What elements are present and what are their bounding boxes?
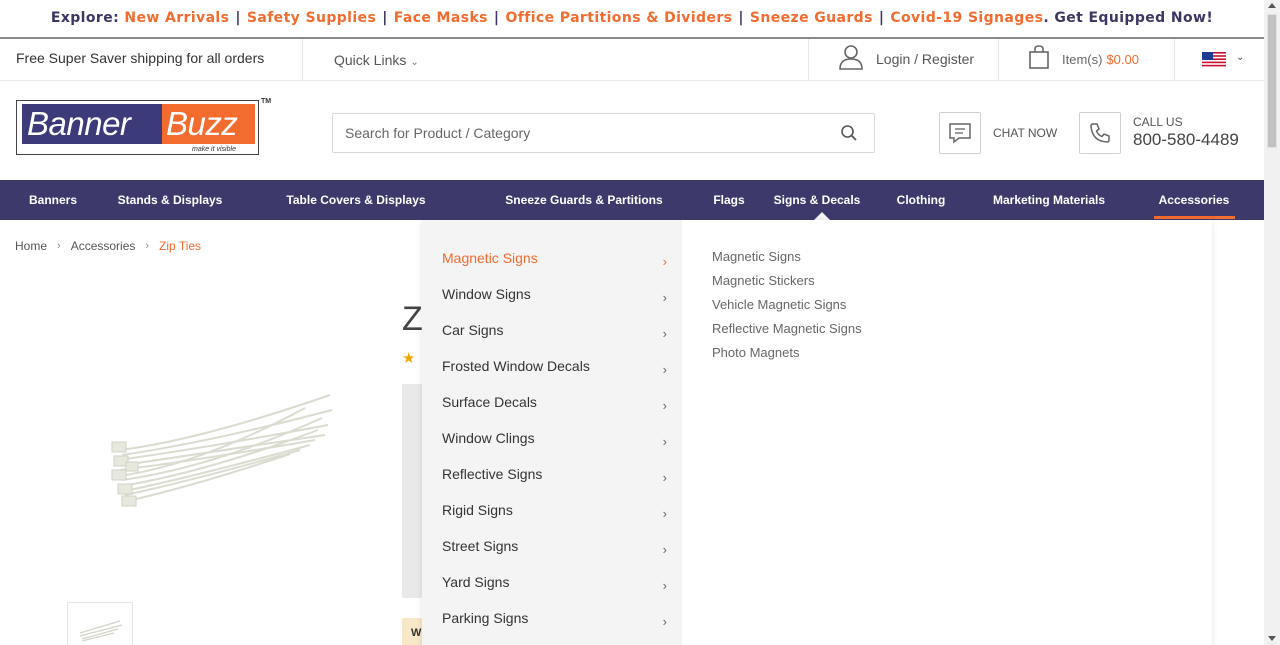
logo-word-buzz: Buzz: [166, 105, 238, 142]
promo-link-face-masks[interactable]: Face Masks: [394, 10, 488, 26]
mega-subitem-magnetic-stickers[interactable]: Magnetic Stickers: [712, 273, 815, 288]
search-box: [332, 113, 875, 153]
promo-link-new-arrivals[interactable]: New Arrivals: [124, 10, 229, 26]
user-icon: [838, 44, 864, 75]
chevron-right-icon: ›: [662, 613, 667, 629]
nav-item-stands-displays[interactable]: Stands & Displays: [118, 180, 223, 220]
mega-category-frosted-window-decals[interactable]: Frosted Window Decals ›: [442, 348, 667, 384]
phone-icon: [1079, 112, 1121, 154]
logo-tagline: make it visible: [192, 146, 236, 153]
product-image[interactable]: [100, 380, 340, 520]
phone-number[interactable]: 800-580-4489: [1133, 129, 1239, 151]
mega-category-rigid-signs[interactable]: Rigid Signs ›: [442, 492, 667, 528]
quick-links-dropdown[interactable]: Quick Links ⌄: [334, 52, 419, 68]
cart-link[interactable]: Item(s) $0.00: [1028, 44, 1139, 75]
search-input[interactable]: [333, 114, 813, 152]
logo-trademark: TM: [261, 98, 272, 105]
divider: [302, 39, 303, 81]
cart-total: $0.00: [1106, 51, 1139, 67]
rating-star-icon: ★: [402, 350, 416, 367]
mega-category-window-signs[interactable]: Window Signs ›: [442, 276, 667, 312]
login-register-link[interactable]: Login / Register: [838, 44, 974, 75]
logo-word-banner: Banner: [27, 105, 131, 142]
promo-bar: Explore: New Arrivals | Safety Supplies | Fa…: [0, 0, 1264, 39]
dropdown-caret: [814, 212, 830, 220]
promo-link-sneeze-guards[interactable]: Sneeze Guards: [750, 10, 873, 26]
nav-item-clothing[interactable]: Clothing: [897, 180, 946, 220]
nav-item-banners[interactable]: Banners: [29, 180, 77, 220]
page: Explore: New Arrivals | Safety Supplies | Fa…: [0, 0, 1280, 645]
chat-bubble-icon: [939, 112, 981, 154]
mega-menu-categories: Magnetic Signs › Window Signs › Car Signs ›…: [422, 220, 682, 645]
mega-subitem-vehicle-magnetic-signs[interactable]: Vehicle Magnetic Signs: [712, 297, 846, 312]
mega-category-magnetic-signs[interactable]: Magnetic Signs ›: [442, 240, 667, 276]
chevron-right-icon: ›: [662, 361, 667, 377]
divider: [808, 39, 809, 81]
product-title: Z: [402, 300, 423, 338]
nav-item-sneeze-guards[interactable]: Sneeze Guards & Partitions: [505, 180, 662, 220]
chevron-right-icon: ›: [662, 433, 667, 449]
mega-category-surface-decals[interactable]: Surface Decals ›: [442, 384, 667, 420]
mega-subitem-photo-magnets[interactable]: Photo Magnets: [712, 345, 799, 360]
chevron-down-icon: ⌄: [410, 57, 419, 68]
chevron-right-icon: ›: [662, 577, 667, 593]
utility-bar: Free Super Saver shipping for all orders…: [0, 39, 1264, 81]
promo-prefix: Explore:: [50, 10, 120, 26]
divider: [998, 39, 999, 81]
chevron-right-icon: ›: [662, 397, 667, 413]
breadcrumb-home[interactable]: Home: [15, 239, 47, 253]
product-options-panel: [402, 384, 424, 598]
signs-decals-mega-menu: Magnetic Signs › Window Signs › Car Signs ›…: [422, 220, 1212, 645]
promo-suffix: . Get Equipped Now!: [1043, 10, 1214, 26]
chat-now-button[interactable]: CHAT NOW: [939, 112, 1057, 154]
mega-category-parking-signs[interactable]: Parking Signs ›: [442, 600, 667, 636]
chevron-down-icon[interactable]: ⌄: [1236, 52, 1244, 63]
promo-link-covid-signages[interactable]: Covid-19 Signages: [890, 10, 1043, 26]
mega-category-window-clings[interactable]: Window Clings ›: [442, 420, 667, 456]
mega-category-street-signs[interactable]: Street Signs ›: [442, 528, 667, 564]
product-thumbnail[interactable]: [67, 602, 133, 645]
shipping-text: Free Super Saver shipping for all orders: [16, 50, 265, 66]
scroll-down-arrow-icon[interactable]: [1268, 636, 1276, 641]
mega-subitem-reflective-magnetic-signs[interactable]: Reflective Magnetic Signs: [712, 321, 862, 336]
chevron-right-icon: ›: [662, 469, 667, 485]
divider: [1174, 39, 1175, 81]
nav-item-flags[interactable]: Flags: [713, 180, 744, 220]
mega-category-reflective-signs[interactable]: Reflective Signs ›: [442, 456, 667, 492]
breadcrumb: Home › Accessories › Zip Ties: [15, 239, 201, 253]
breadcrumb-current: Zip Ties: [159, 239, 202, 253]
chevron-right-icon: ›: [662, 253, 667, 269]
call-us-label: CALL US: [1133, 115, 1183, 129]
scrollbar-thumb[interactable]: [1267, 14, 1277, 148]
chevron-right-icon: ›: [662, 541, 667, 557]
nav-item-accessories[interactable]: Accessories: [1159, 180, 1230, 220]
breadcrumb-accessories[interactable]: Accessories: [71, 239, 136, 253]
chevron-right-icon: ›: [662, 505, 667, 521]
mega-category-car-signs[interactable]: Car Signs ›: [442, 312, 667, 348]
nav-item-table-covers[interactable]: Table Covers & Displays: [286, 180, 425, 220]
active-nav-underline: [1154, 216, 1235, 219]
search-icon[interactable]: [840, 124, 858, 142]
mega-category-yard-signs[interactable]: Yard Signs ›: [442, 564, 667, 600]
chevron-right-icon: ›: [662, 325, 667, 341]
mega-subitem-magnetic-signs[interactable]: Magnetic Signs: [712, 249, 801, 264]
page-scrollbar[interactable]: [1264, 0, 1280, 645]
promo-link-safety-supplies[interactable]: Safety Supplies: [247, 10, 376, 26]
call-us[interactable]: CALL US 800-580-4489: [1079, 112, 1239, 154]
chevron-right-icon: ›: [57, 240, 61, 252]
chevron-right-icon: ›: [662, 289, 667, 305]
scroll-up-arrow-icon[interactable]: [1268, 3, 1276, 8]
promo-link-office-partitions[interactable]: Office Partitions & Dividers: [505, 10, 732, 26]
bannerbuzz-logo[interactable]: Banner Buzz make it visible TM: [16, 98, 274, 158]
us-flag-icon[interactable]: [1202, 52, 1226, 67]
nav-item-marketing-materials[interactable]: Marketing Materials: [993, 180, 1105, 220]
chevron-right-icon: ›: [145, 240, 150, 252]
main-nav: Banners Stands & Displays Table Covers &…: [0, 180, 1264, 220]
shopping-bag-icon: [1028, 44, 1050, 75]
product-action-button[interactable]: W: [402, 618, 424, 645]
